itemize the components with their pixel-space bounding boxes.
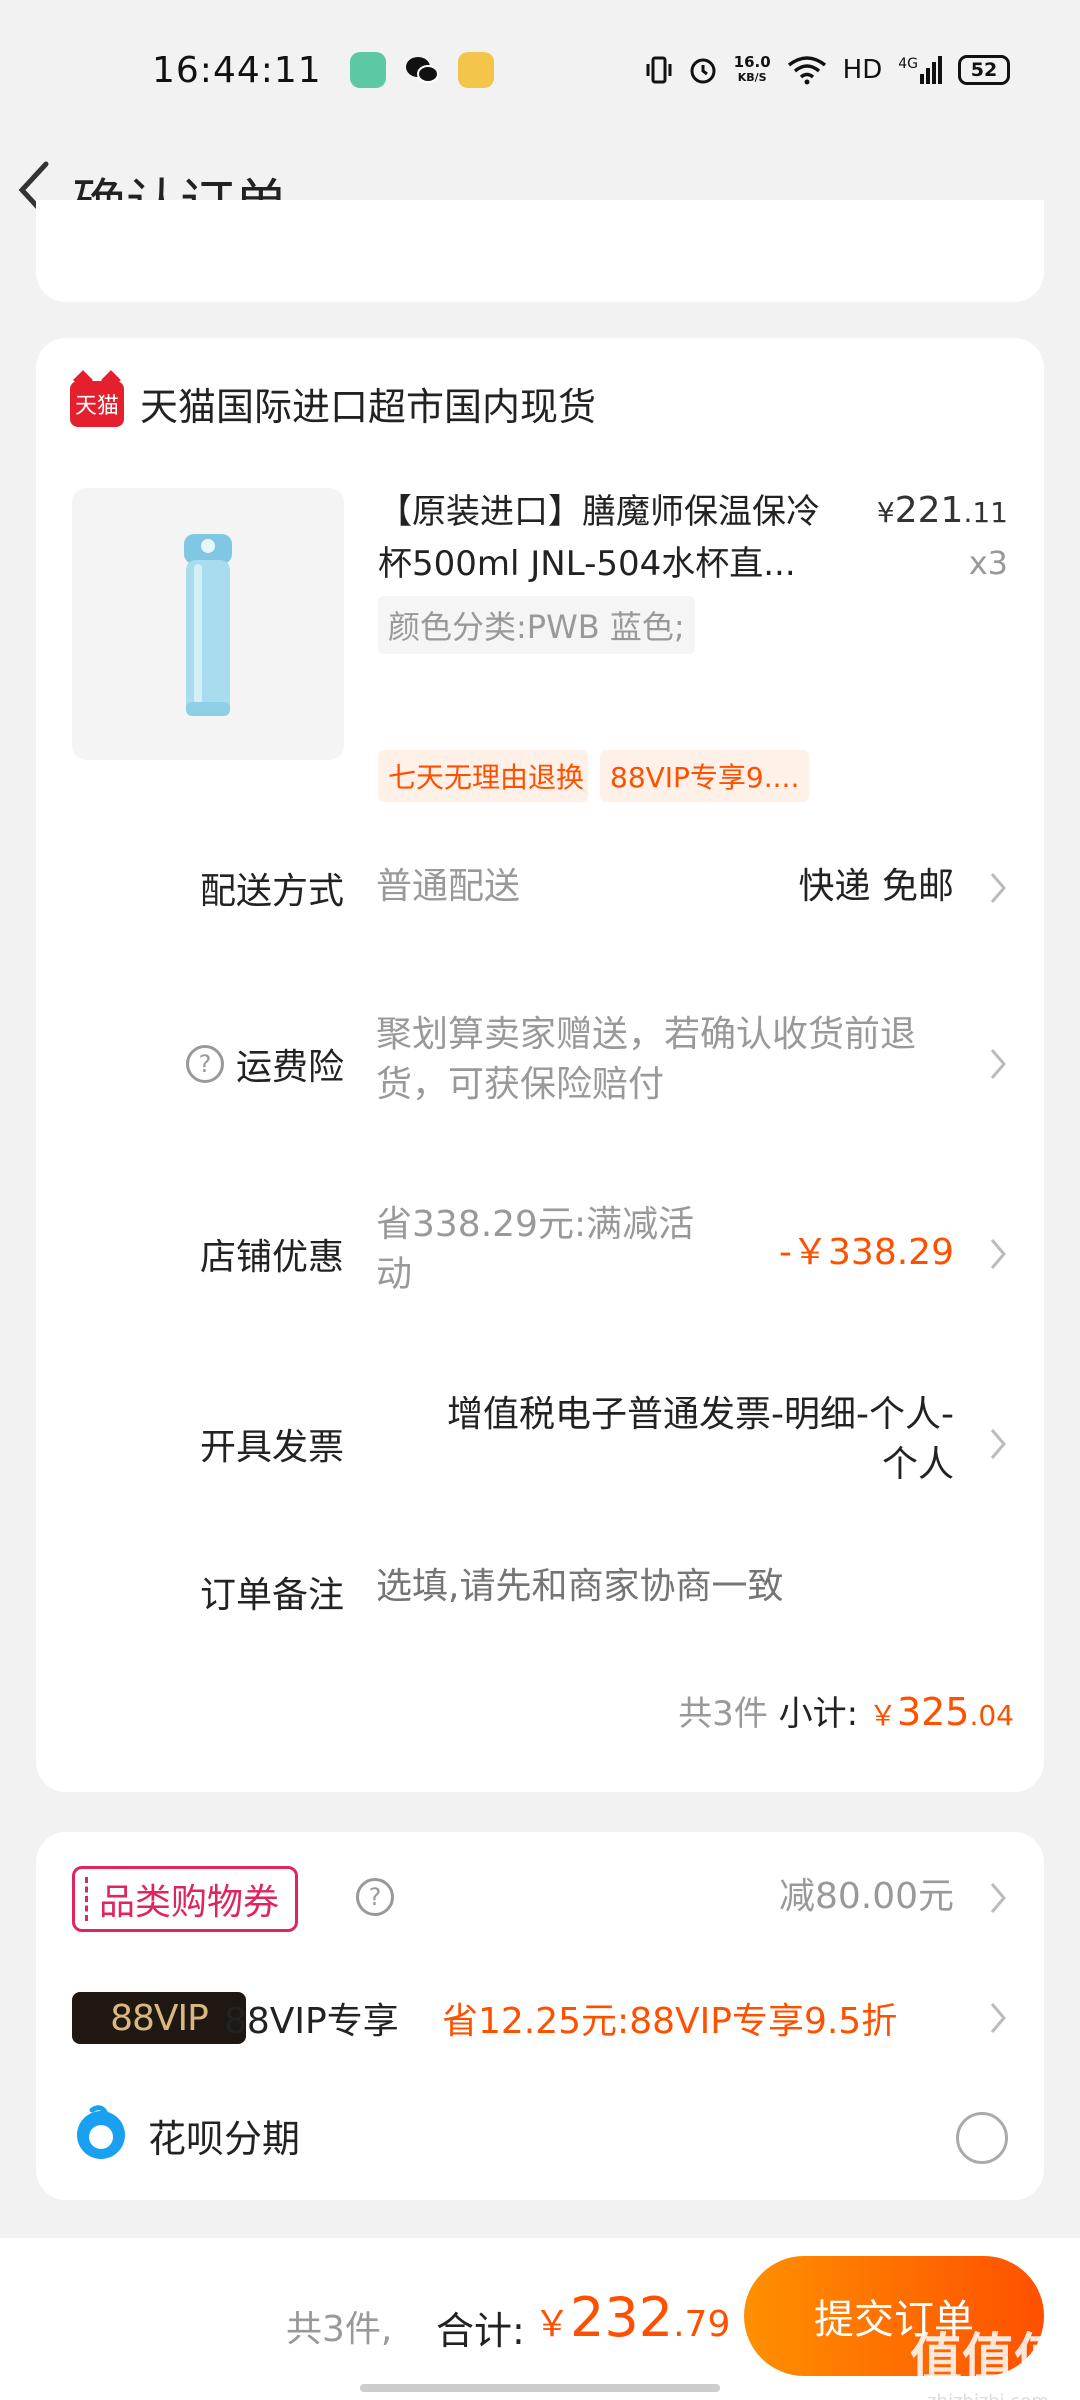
wifi-icon: [787, 56, 826, 85]
vibrate-icon: [646, 56, 672, 84]
subtotal-decimal: .04: [969, 1699, 1014, 1732]
order-note-row: 订单备注: [36, 1562, 1044, 1622]
invoice-row[interactable]: 开具发票 增值税电子普通发票-明细-个人-个人: [36, 1388, 1044, 1498]
product-price: ¥221.11: [877, 490, 1008, 531]
shop-name: 天猫国际进口超市国内现货: [140, 385, 597, 429]
insurance-value: 聚划算卖家赠送，若确认收货前退货，可获保险赔付: [376, 1014, 917, 1105]
price-integer: 221: [894, 490, 964, 531]
signal-label: 4G: [898, 56, 918, 72]
coupon-badge: 品类购物券: [72, 1866, 299, 1932]
total-integer: 232: [570, 2286, 674, 2349]
invoice-value: 增值税电子普通发票-明细-个人-个人: [447, 1394, 954, 1485]
delivery-label: 配送方式: [199, 871, 344, 912]
huabei-icon: [77, 2105, 125, 2159]
watermark: 值值值 zhizhizhi.com: [910, 2316, 1066, 2400]
discount-label: 店铺优惠: [199, 1237, 344, 1278]
system-indicators: 16.0 KB/S HD 4G 52: [646, 54, 1010, 86]
net-speed-value: 16.0: [733, 53, 771, 71]
battery-icon: 52: [958, 55, 1010, 85]
order-card: 天猫 天猫国际进口超市国内现货 【原装进口】膳魔师保温保冷杯500ml JNL-…: [36, 338, 1044, 1792]
product-sku[interactable]: 颜色分类:PWB 蓝色;: [378, 596, 695, 654]
chevron-right-icon: [990, 2003, 1006, 2033]
subtotal-label: 小计:: [778, 1694, 859, 1734]
app-notification-icon: [349, 52, 386, 88]
watermark-url: zhizhizhi.com: [910, 2391, 1066, 2400]
return-policy-tag: 七天无理由退换: [378, 750, 588, 802]
subtotal: 共3件 小计: ￥325.04: [678, 1686, 1014, 1735]
home-indicator[interactable]: [360, 2384, 720, 2392]
total-label: 合计:: [436, 2309, 525, 2353]
subtotal-count: 共3件: [678, 1694, 768, 1734]
thermos-bottle-icon: [184, 534, 232, 716]
product-tags: 七天无理由退换 88VIP专享9....: [378, 750, 810, 802]
vip-row[interactable]: 88VIP专享 省12.25元:88VIP专享9.5折: [36, 1972, 1044, 2062]
status-bar: 16:44:11 16.0 KB/S HD 4G 52: [0, 0, 1080, 140]
shipping-insurance-row[interactable]: ? 运费险 聚划算卖家赠送，若确认收货前退货，可获保险赔付: [36, 1008, 1044, 1118]
note-label: 订单备注: [199, 1575, 344, 1616]
wechat-icon: [405, 57, 439, 83]
insurance-label: 运费险: [235, 1047, 344, 1088]
net-speed-unit: KB/S: [737, 71, 767, 84]
shop-header[interactable]: 天猫 天猫国际进口超市国内现货: [70, 376, 596, 431]
tmall-logo: 天猫: [70, 380, 124, 427]
order-note-input[interactable]: [376, 1562, 976, 1612]
discount-amount: -￥338.29: [779, 1232, 954, 1273]
discount-value: 省338.29元:满减活动: [376, 1204, 695, 1295]
delivery-value: 普通配送: [376, 866, 521, 907]
product-image[interactable]: [72, 488, 344, 760]
subtotal-integer: 325: [896, 1690, 970, 1734]
product-title[interactable]: 【原装进口】膳魔师保温保冷杯500ml JNL-504水杯直...: [378, 486, 848, 590]
watermark-text: 值值值: [909, 2329, 1066, 2389]
price-decimal: .11: [963, 496, 1008, 529]
tmall-logo-text: 天猫: [74, 393, 119, 419]
invoice-label: 开具发票: [199, 1427, 344, 1468]
subtotal-amount: ￥325.04: [869, 1690, 1014, 1734]
chevron-right-icon: [990, 1429, 1006, 1459]
coupon-row[interactable]: 品类购物券 ? 减80.00元: [36, 1852, 1044, 1942]
address-card[interactable]: [36, 200, 1044, 302]
app-avatar-icon: [457, 52, 494, 88]
subtotal-symbol: ￥: [868, 1699, 897, 1732]
price-symbol: ¥: [876, 496, 895, 529]
battery-level: 52: [970, 59, 998, 81]
net-speed: 16.0 KB/S: [734, 54, 771, 86]
total-symbol: ￥: [534, 2304, 571, 2345]
chevron-right-icon: [990, 1239, 1006, 1269]
insurance-label-group: ? 运费险: [185, 1038, 344, 1090]
chevron-right-icon: [990, 1883, 1006, 1913]
chevron-right-icon: [990, 1049, 1006, 1079]
delivery-row[interactable]: 配送方式 普通配送 快递 免邮: [36, 858, 1044, 918]
coupon-value: 减80.00元: [778, 1876, 954, 1917]
promotions-card: 品类购物券 ? 减80.00元 88VIP 88VIP专享 省12.25元:88…: [36, 1832, 1044, 2200]
notification-icons: [349, 52, 494, 88]
product-quantity: x3: [968, 544, 1008, 582]
hd-indicator: HD: [842, 55, 883, 85]
status-time: 16:44:11: [152, 49, 322, 91]
total-amount: ￥232.79: [534, 2286, 730, 2349]
signal-icon: 4G: [898, 56, 942, 84]
help-icon[interactable]: ?: [185, 1045, 224, 1083]
vip-label: 88VIP专享: [224, 2001, 399, 2042]
help-icon[interactable]: ?: [356, 1878, 394, 1916]
alarm-icon: [690, 58, 716, 84]
store-discount-row[interactable]: 店铺优惠 省338.29元:满减活动 -￥338.29: [36, 1198, 1044, 1308]
delivery-method: 快递 免邮: [798, 866, 954, 907]
total-decimal: .79: [673, 2304, 731, 2345]
vip-value: 省12.25元:88VIP专享9.5折: [442, 2001, 898, 2042]
total-count: 共3件,: [286, 2309, 393, 2350]
chevron-right-icon: [990, 873, 1006, 903]
huabei-label: 花呗分期: [148, 2117, 301, 2161]
huabei-radio[interactable]: [956, 2112, 1008, 2164]
vip-discount-tag: 88VIP专享9....: [600, 750, 810, 802]
